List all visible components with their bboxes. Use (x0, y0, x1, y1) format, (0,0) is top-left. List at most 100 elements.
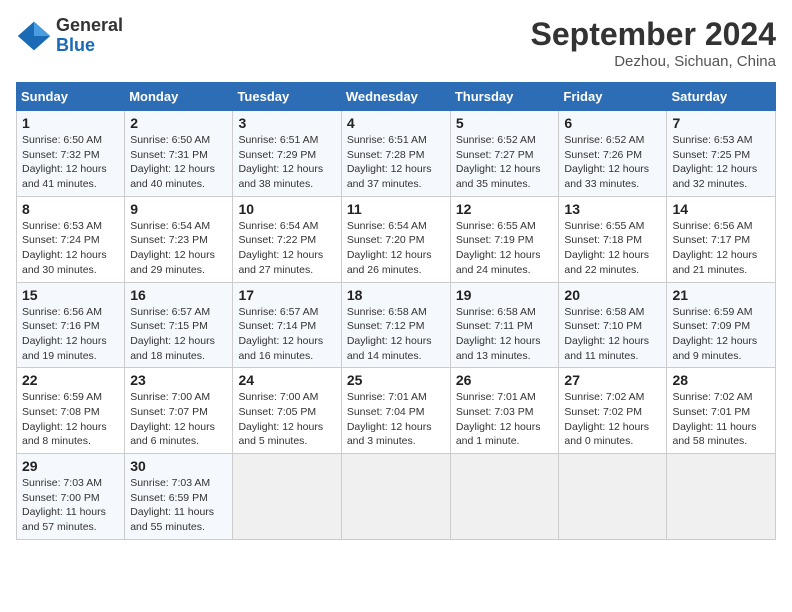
daylight-text: Daylight: 12 hours and 29 minutes. (130, 249, 215, 276)
sunset-text: Sunset: 7:16 PM (22, 320, 100, 332)
day-number: 18 (347, 287, 445, 303)
sunset-text: Sunset: 7:19 PM (456, 234, 534, 246)
sunrise-text: Sunrise: 6:54 AM (347, 220, 427, 232)
page-header: General Blue September 2024 Dezhou, Sich… (16, 16, 776, 70)
day-info: Sunrise: 7:01 AM Sunset: 7:03 PM Dayligh… (456, 390, 554, 449)
sunrise-text: Sunrise: 6:52 AM (564, 134, 644, 146)
day-info: Sunrise: 6:53 AM Sunset: 7:25 PM Dayligh… (672, 133, 770, 192)
day-cell-9: 9 Sunrise: 6:54 AM Sunset: 7:23 PM Dayli… (125, 196, 233, 282)
sunrise-text: Sunrise: 7:00 AM (238, 391, 318, 403)
day-info: Sunrise: 6:51 AM Sunset: 7:28 PM Dayligh… (347, 133, 445, 192)
sunrise-text: Sunrise: 6:58 AM (564, 306, 644, 318)
empty-cell (341, 454, 450, 540)
daylight-text: Daylight: 12 hours and 37 minutes. (347, 163, 432, 190)
sunset-text: Sunset: 7:08 PM (22, 406, 100, 418)
sunrise-text: Sunrise: 6:56 AM (22, 306, 102, 318)
daylight-text: Daylight: 12 hours and 18 minutes. (130, 335, 215, 362)
sunrise-text: Sunrise: 6:58 AM (347, 306, 427, 318)
day-cell-14: 14 Sunrise: 6:56 AM Sunset: 7:17 PM Dayl… (667, 196, 776, 282)
day-cell-29: 29 Sunrise: 7:03 AM Sunset: 7:00 PM Dayl… (17, 454, 125, 540)
sunset-text: Sunset: 7:32 PM (22, 149, 100, 161)
day-number: 21 (672, 287, 770, 303)
day-number: 11 (347, 201, 445, 217)
empty-cell (450, 454, 559, 540)
day-info: Sunrise: 6:59 AM Sunset: 7:08 PM Dayligh… (22, 390, 119, 449)
sunrise-text: Sunrise: 7:01 AM (347, 391, 427, 403)
daylight-text: Daylight: 12 hours and 27 minutes. (238, 249, 323, 276)
sunset-text: Sunset: 7:02 PM (564, 406, 642, 418)
day-info: Sunrise: 6:55 AM Sunset: 7:18 PM Dayligh… (564, 219, 661, 278)
day-cell-11: 11 Sunrise: 6:54 AM Sunset: 7:20 PM Dayl… (341, 196, 450, 282)
day-number: 24 (238, 372, 335, 388)
day-number: 22 (22, 372, 119, 388)
day-cell-7: 7 Sunrise: 6:53 AM Sunset: 7:25 PM Dayli… (667, 111, 776, 197)
day-cell-25: 25 Sunrise: 7:01 AM Sunset: 7:04 PM Dayl… (341, 368, 450, 454)
day-info: Sunrise: 6:50 AM Sunset: 7:32 PM Dayligh… (22, 133, 119, 192)
sunset-text: Sunset: 7:11 PM (456, 320, 533, 332)
sunset-text: Sunset: 7:05 PM (238, 406, 316, 418)
sunrise-text: Sunrise: 6:59 AM (22, 391, 102, 403)
logo-icon (16, 18, 52, 54)
day-number: 27 (564, 372, 661, 388)
daylight-text: Daylight: 12 hours and 9 minutes. (672, 335, 757, 362)
calendar-row-1: 8 Sunrise: 6:53 AM Sunset: 7:24 PM Dayli… (17, 196, 776, 282)
day-number: 28 (672, 372, 770, 388)
day-info: Sunrise: 7:03 AM Sunset: 6:59 PM Dayligh… (130, 476, 227, 535)
day-number: 6 (564, 115, 661, 131)
sunrise-text: Sunrise: 6:55 AM (456, 220, 536, 232)
sunset-text: Sunset: 7:15 PM (130, 320, 208, 332)
sunset-text: Sunset: 7:09 PM (672, 320, 750, 332)
sunset-text: Sunset: 6:59 PM (130, 492, 208, 504)
day-cell-15: 15 Sunrise: 6:56 AM Sunset: 7:16 PM Dayl… (17, 282, 125, 368)
location: Dezhou, Sichuan, China (531, 53, 776, 70)
day-cell-8: 8 Sunrise: 6:53 AM Sunset: 7:24 PM Dayli… (17, 196, 125, 282)
day-info: Sunrise: 7:00 AM Sunset: 7:07 PM Dayligh… (130, 390, 227, 449)
day-number: 7 (672, 115, 770, 131)
day-info: Sunrise: 6:58 AM Sunset: 7:10 PM Dayligh… (564, 305, 661, 364)
sunset-text: Sunset: 7:20 PM (347, 234, 425, 246)
header-day-monday: Monday (125, 83, 233, 111)
sunrise-text: Sunrise: 6:53 AM (672, 134, 752, 146)
sunset-text: Sunset: 7:17 PM (672, 234, 750, 246)
empty-cell (559, 454, 667, 540)
daylight-text: Daylight: 12 hours and 19 minutes. (22, 335, 107, 362)
calendar-body: 1 Sunrise: 6:50 AM Sunset: 7:32 PM Dayli… (17, 111, 776, 540)
day-number: 13 (564, 201, 661, 217)
logo-general-text: General (56, 16, 123, 36)
sunset-text: Sunset: 7:10 PM (564, 320, 642, 332)
daylight-text: Daylight: 12 hours and 13 minutes. (456, 335, 541, 362)
daylight-text: Daylight: 12 hours and 5 minutes. (238, 421, 323, 448)
sunset-text: Sunset: 7:31 PM (130, 149, 208, 161)
day-cell-2: 2 Sunrise: 6:50 AM Sunset: 7:31 PM Dayli… (125, 111, 233, 197)
daylight-text: Daylight: 12 hours and 33 minutes. (564, 163, 649, 190)
calendar-row-3: 22 Sunrise: 6:59 AM Sunset: 7:08 PM Dayl… (17, 368, 776, 454)
sunset-text: Sunset: 7:27 PM (456, 149, 534, 161)
sunrise-text: Sunrise: 6:57 AM (130, 306, 210, 318)
day-cell-22: 22 Sunrise: 6:59 AM Sunset: 7:08 PM Dayl… (17, 368, 125, 454)
header-day-saturday: Saturday (667, 83, 776, 111)
sunset-text: Sunset: 7:00 PM (22, 492, 100, 504)
day-info: Sunrise: 6:54 AM Sunset: 7:22 PM Dayligh… (238, 219, 335, 278)
day-cell-13: 13 Sunrise: 6:55 AM Sunset: 7:18 PM Dayl… (559, 196, 667, 282)
daylight-text: Daylight: 11 hours and 55 minutes. (130, 506, 214, 533)
day-cell-26: 26 Sunrise: 7:01 AM Sunset: 7:03 PM Dayl… (450, 368, 559, 454)
sunrise-text: Sunrise: 6:51 AM (347, 134, 427, 146)
sunrise-text: Sunrise: 7:02 AM (672, 391, 752, 403)
day-number: 29 (22, 458, 119, 474)
daylight-text: Daylight: 12 hours and 6 minutes. (130, 421, 215, 448)
daylight-text: Daylight: 12 hours and 26 minutes. (347, 249, 432, 276)
daylight-text: Daylight: 12 hours and 35 minutes. (456, 163, 541, 190)
day-info: Sunrise: 6:54 AM Sunset: 7:20 PM Dayligh… (347, 219, 445, 278)
day-number: 17 (238, 287, 335, 303)
sunset-text: Sunset: 7:04 PM (347, 406, 425, 418)
day-cell-27: 27 Sunrise: 7:02 AM Sunset: 7:02 PM Dayl… (559, 368, 667, 454)
daylight-text: Daylight: 12 hours and 16 minutes. (238, 335, 323, 362)
header-day-thursday: Thursday (450, 83, 559, 111)
day-cell-10: 10 Sunrise: 6:54 AM Sunset: 7:22 PM Dayl… (233, 196, 341, 282)
sunrise-text: Sunrise: 6:54 AM (130, 220, 210, 232)
day-info: Sunrise: 6:59 AM Sunset: 7:09 PM Dayligh… (672, 305, 770, 364)
day-number: 2 (130, 115, 227, 131)
day-number: 16 (130, 287, 227, 303)
calendar-row-4: 29 Sunrise: 7:03 AM Sunset: 7:00 PM Dayl… (17, 454, 776, 540)
day-info: Sunrise: 6:56 AM Sunset: 7:17 PM Dayligh… (672, 219, 770, 278)
